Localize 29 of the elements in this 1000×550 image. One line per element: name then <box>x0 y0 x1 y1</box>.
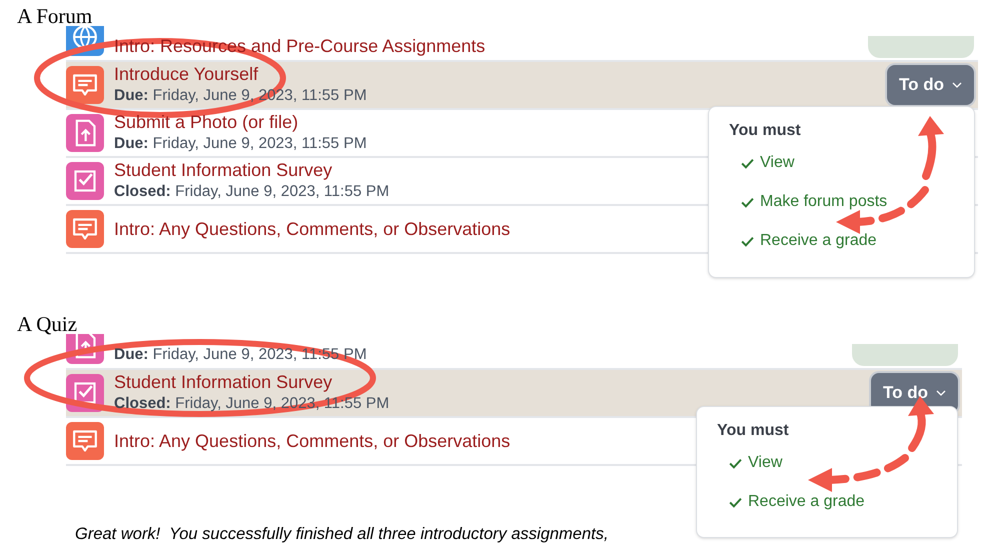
chat-bubble-icon <box>66 210 104 248</box>
dropdown-heading: You must <box>717 421 790 441</box>
to-do-button[interactable]: To do <box>887 65 974 105</box>
requirement-text: Receive a grade <box>748 492 865 512</box>
section-heading: A Forum <box>16 6 94 26</box>
footer-text: Great work! You successfully finished all three introductory assignments, <box>75 525 608 543</box>
check-icon <box>741 196 754 208</box>
chat-bubble-icon <box>66 66 104 104</box>
activity-title[interactable]: Submit a Photo (or file) <box>114 112 298 133</box>
check-icon <box>741 158 754 168</box>
check-icon <box>729 458 742 468</box>
requirement-text: Receive a grade <box>760 231 877 251</box>
activity-date: Closed: Friday, June 9, 2023, 11:55 PM <box>114 182 390 202</box>
activity-title[interactable]: Intro: Any Questions, Comments, or Observations <box>114 218 510 240</box>
caret-icon <box>952 82 962 88</box>
activity-title[interactable]: Student Information Survey <box>114 372 332 393</box>
section-heading: A Quiz <box>16 314 78 334</box>
activity-date: Due: Friday, June 9, 2023, 11:55 PM <box>114 134 367 154</box>
dropdown-heading: You must <box>729 121 802 141</box>
check-icon <box>729 496 742 508</box>
upload-icon <box>66 114 104 152</box>
chat-bubble-icon <box>66 422 104 460</box>
activity-title[interactable]: Student Information Survey <box>114 160 332 181</box>
activity-title[interactable]: Introduce Yourself <box>114 64 258 85</box>
curved-arrow <box>918 116 944 180</box>
checkbox-icon <box>66 162 104 200</box>
activity-title[interactable]: Intro: Any Questions, Comments, or Observations <box>114 430 510 452</box>
check-icon <box>741 236 754 246</box>
caret-icon <box>936 390 946 396</box>
